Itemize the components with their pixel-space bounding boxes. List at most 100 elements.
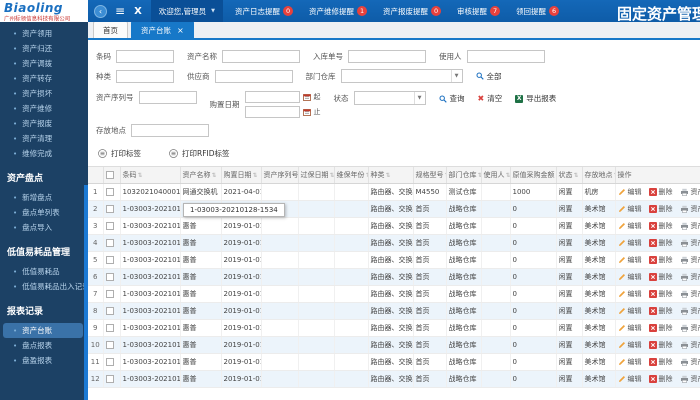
alert-tab[interactable]: 资产日志提醒 0 [235,6,294,17]
sidebar-item-资产报废[interactable]: • 资产报废 [0,116,88,131]
select-all-checkbox[interactable] [105,170,114,179]
column-header-location[interactable]: 存放地点⇅ [582,167,616,184]
sidebar-item-盘点导入[interactable]: • 盘点导入 [0,220,88,235]
asset-card-button[interactable]: 资产卡片 [680,187,700,197]
dept-warehouse-select[interactable]: ▼ [340,69,463,83]
hamburger-menu-icon[interactable]: ≡ [115,5,125,17]
asset-card-button[interactable]: 资产卡片 [680,221,700,231]
export-button[interactable]: X 导出报表 [515,93,556,104]
delete-button[interactable]: 删除 [648,357,673,367]
column-header-name[interactable]: 资产名称⇅ [180,167,222,184]
delete-button[interactable]: 删除 [648,221,673,231]
sidebar-item-资产维修[interactable]: • 资产维修 [0,101,88,116]
edit-button[interactable]: 编辑 [618,187,642,197]
asset-card-button[interactable]: 资产卡片 [680,238,700,248]
edit-button[interactable]: 编辑 [618,272,642,282]
column-header-status[interactable]: 状态⇅ [556,167,583,184]
edit-button[interactable]: 编辑 [618,306,642,316]
edit-button[interactable]: 编辑 [618,357,642,367]
sidebar-item-资产清理[interactable]: • 资产清理 [0,131,88,146]
sidebar-item-盘点报表[interactable]: • 盘点报表 [0,338,88,353]
asset-card-button[interactable]: 资产卡片 [680,204,700,214]
column-header-barcode[interactable]: 条码⇅ [120,167,181,184]
row-checkbox[interactable] [105,187,114,196]
status-select[interactable]: ▼ [353,91,426,105]
all-button[interactable]: 全部 [476,71,502,82]
sidebar-item-低值易耗品[interactable]: • 低值易耗品 [0,264,88,279]
delete-button[interactable]: 删除 [648,340,673,350]
purchase-date-to-input[interactable] [244,106,300,118]
edit-button[interactable]: 编辑 [618,340,642,350]
asset-card-button[interactable]: 资产卡片 [680,306,700,316]
sidebar-section-title[interactable]: 报表记录 [0,294,88,323]
barcode-input[interactable] [116,50,174,63]
edit-button[interactable]: 编辑 [618,221,642,231]
row-checkbox[interactable] [105,255,114,264]
delete-button[interactable]: 删除 [648,238,673,248]
delete-button[interactable]: 删除 [648,255,673,265]
sidebar-section-title[interactable]: 资产盘点 [0,161,88,190]
user-input[interactable] [466,50,545,63]
sidebar-item-维修完成[interactable]: • 维修完成 [0,146,88,161]
alert-tab[interactable]: 资产报废提醒 0 [383,6,442,17]
asset-card-button[interactable]: 资产卡片 [680,340,700,350]
delete-button[interactable]: 删除 [648,323,673,333]
tab-close-icon[interactable]: × [177,26,184,35]
column-header-user[interactable]: 使用人⇅ [481,167,511,184]
alert-tab[interactable]: 领回提醒 6 [516,6,560,17]
location-input[interactable] [131,124,209,137]
column-header-model[interactable]: 规格型号⇅ [413,167,447,184]
sidebar-item-资产领用[interactable]: • 资产领用 [0,26,88,41]
column-header-amount[interactable]: 原值采购金额⇅ [510,167,557,184]
edit-button[interactable]: 编辑 [618,323,642,333]
delete-button[interactable]: 删除 [648,374,673,384]
delete-button[interactable]: 删除 [648,204,673,214]
asset-card-button[interactable]: 资产卡片 [680,323,700,333]
column-header-warranty_date[interactable]: 过保日期⇅ [298,167,335,184]
edit-button[interactable]: 编辑 [618,238,642,248]
row-checkbox[interactable] [105,340,114,349]
column-header-purchase_date[interactable]: 购置日期⇅ [221,167,262,184]
edit-button[interactable]: 编辑 [618,289,642,299]
calendar-icon[interactable] [302,108,311,116]
asset-serial-input[interactable] [138,91,197,104]
asset-card-button[interactable]: 资产卡片 [680,272,700,282]
row-checkbox[interactable] [105,374,114,383]
column-header-category[interactable]: 种类⇅ [368,167,414,184]
inbound-no-input[interactable] [348,50,426,63]
row-checkbox[interactable] [105,238,114,247]
sidebar-item-资产转存[interactable]: • 资产转存 [0,71,88,86]
row-checkbox[interactable] [105,306,114,315]
asset-card-button[interactable]: 资产卡片 [680,289,700,299]
row-checkbox[interactable] [105,204,114,213]
query-button[interactable]: 查询 [439,93,465,104]
asset-card-button[interactable]: 资产卡片 [680,374,700,384]
sidebar-item-低值易耗品出入记录[interactable]: • 低值易耗品出入记录 [0,279,88,294]
sidebar-item-资产调拨[interactable]: • 资产调拨 [0,56,88,71]
alert-tab[interactable]: 审核提醒 7 [457,6,501,17]
collapse-circle-icon[interactable]: ‹ [94,4,107,18]
row-checkbox[interactable] [105,221,114,230]
sidebar-section-title[interactable]: 低值易耗品管理 [0,235,88,264]
print-rfid-option[interactable]: 打印RFID标签 [169,148,230,159]
row-checkbox[interactable] [105,323,114,332]
tab-home[interactable]: 首页 [93,21,128,38]
sidebar-item-资产损坏[interactable]: • 资产损坏 [0,86,88,101]
sidebar-item-盘盈报表[interactable]: • 盘盈报表 [0,353,88,368]
alert-tab[interactable]: 资产维修提醒 1 [309,6,368,17]
sidebar-item-资产台账[interactable]: • 资产台账 [3,323,83,338]
asset-name-input[interactable] [222,50,300,63]
supplier-input[interactable] [214,69,293,83]
asset-card-button[interactable]: 资产卡片 [680,357,700,367]
column-header-dept[interactable]: 部门仓库⇅ [446,167,482,184]
sidebar-item-盘点单列表[interactable]: • 盘点单列表 [0,205,88,220]
sidebar-item-资产归还[interactable]: • 资产归还 [0,41,88,56]
close-icon[interactable]: X [134,6,142,17]
edit-button[interactable]: 编辑 [618,374,642,384]
category-input[interactable] [116,69,174,83]
delete-button[interactable]: 删除 [648,272,673,282]
edit-button[interactable]: 编辑 [618,255,642,265]
asset-card-button[interactable]: 资产卡片 [680,255,700,265]
purchase-date-from-input[interactable] [244,91,300,103]
print-label-option[interactable]: 打印标签 [98,148,141,159]
